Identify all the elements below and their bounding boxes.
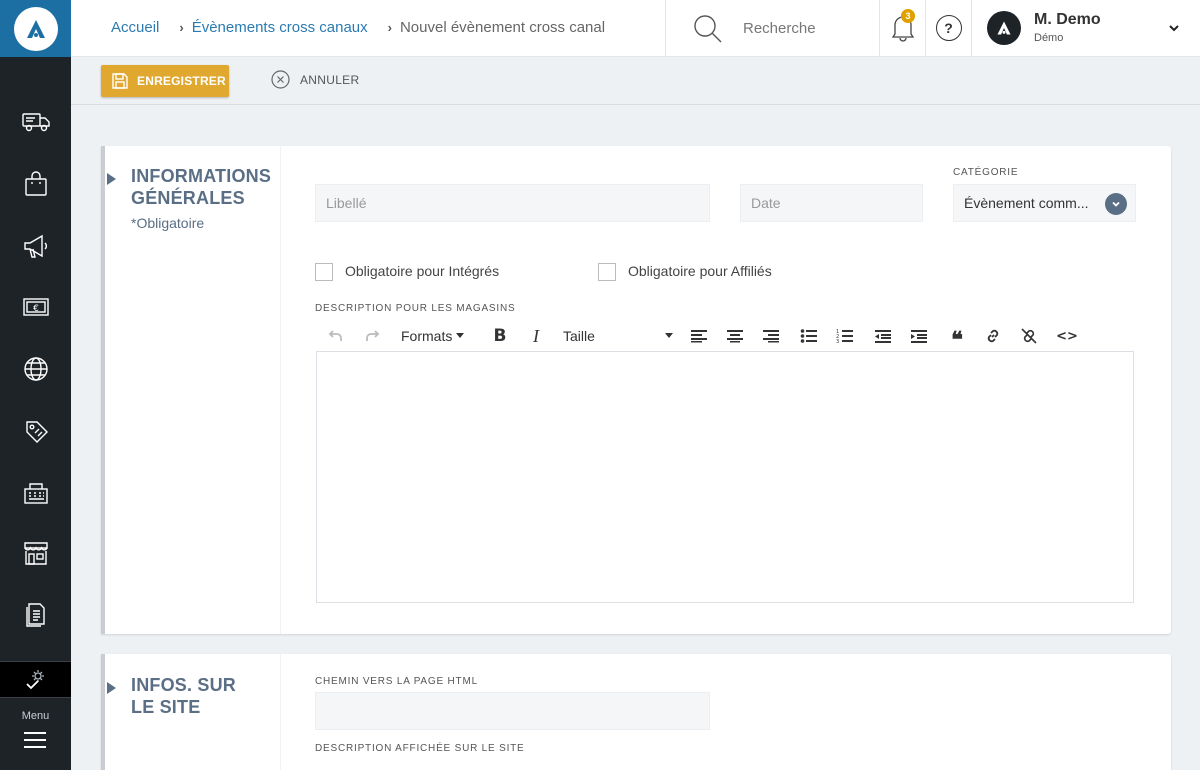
floppy-disk-icon xyxy=(112,73,128,89)
libelle-placeholder: Libellé xyxy=(326,195,367,211)
price-tag-icon[interactable] xyxy=(0,411,71,451)
collapse-caret-icon[interactable] xyxy=(107,173,116,185)
notifications-button[interactable]: 3 xyxy=(879,0,925,56)
top-bar: Accueil › Évènements cross canaux › Nouv… xyxy=(71,0,1200,57)
hamburger-menu-icon[interactable] xyxy=(24,732,46,750)
save-label: ENREGISTRER xyxy=(137,74,226,88)
description-editor[interactable] xyxy=(316,351,1134,603)
bold-button[interactable]: B xyxy=(489,324,511,348)
search-icon xyxy=(694,15,722,43)
breadcrumb-current: Nouvel évènement cross canal xyxy=(399,19,606,36)
breadcrumb-chevron-icon: › xyxy=(387,20,392,35)
unlink-icon[interactable] xyxy=(1017,324,1041,348)
section-title-line1: INFOS. SUR xyxy=(131,675,237,695)
help-icon: ? xyxy=(935,15,962,41)
megaphone-icon[interactable] xyxy=(0,226,71,266)
size-dropdown[interactable]: Taille xyxy=(563,324,673,348)
source-code-button[interactable]: <> xyxy=(1055,324,1079,348)
breadcrumb-home-link[interactable]: Accueil xyxy=(111,19,159,36)
section-title: INFORMATIONS GÉNÉRALES xyxy=(131,165,271,209)
align-right-icon[interactable] xyxy=(759,324,783,348)
section-header: INFOS. SUR LE SITE xyxy=(105,654,281,770)
logo-box[interactable] xyxy=(0,0,71,57)
size-label: Taille xyxy=(563,328,595,344)
caret-down-icon xyxy=(456,333,465,338)
section-title-line2: GÉNÉRALES xyxy=(131,188,245,208)
svg-text:3: 3 xyxy=(836,339,839,344)
store-icon[interactable] xyxy=(0,533,71,573)
chevron-down-icon[interactable] xyxy=(1105,193,1127,215)
menu-label: Menu xyxy=(21,710,50,722)
collapse-caret-icon[interactable] xyxy=(107,682,116,694)
cash-register-icon[interactable] xyxy=(0,473,71,513)
breadcrumb: Accueil › Évènements cross canaux › Nouv… xyxy=(111,19,605,36)
brand-logo-icon xyxy=(13,6,58,51)
save-button[interactable]: ENREGISTRER xyxy=(101,65,229,97)
shopping-bag-icon[interactable] xyxy=(0,164,71,204)
category-value: Évènement comm... xyxy=(964,195,1089,211)
caret-down-icon xyxy=(665,333,673,338)
chevron-down-icon[interactable] xyxy=(1168,22,1180,34)
align-center-icon[interactable] xyxy=(723,324,747,348)
formats-dropdown[interactable]: Formats xyxy=(401,324,473,348)
numbered-list-icon[interactable]: 123 xyxy=(833,324,857,348)
cancel-button[interactable]: ANNULER xyxy=(271,70,359,89)
user-name[interactable]: M. Demo xyxy=(1034,11,1101,29)
libelle-input[interactable]: Libellé xyxy=(315,184,710,222)
breadcrumb-events-link[interactable]: Évènements cross canaux xyxy=(192,19,368,36)
help-button[interactable]: ? xyxy=(925,0,972,56)
cancel-label: ANNULER xyxy=(300,72,360,87)
breadcrumb-chevron-icon: › xyxy=(179,20,184,35)
date-placeholder: Date xyxy=(751,195,781,211)
date-input[interactable]: Date xyxy=(740,184,923,222)
euro-banknote-icon[interactable]: € xyxy=(0,287,71,327)
outdent-icon[interactable] xyxy=(871,324,895,348)
html-path-input[interactable] xyxy=(315,692,710,730)
delivery-truck-icon[interactable] xyxy=(0,102,71,142)
document-icon[interactable] xyxy=(0,594,71,634)
search-placeholder: Recherche xyxy=(743,20,816,37)
cancel-circle-icon xyxy=(271,70,290,89)
action-bar: ENREGISTRER ANNULER xyxy=(71,57,1200,105)
checkbox-affilies[interactable] xyxy=(598,263,616,281)
align-left-icon[interactable] xyxy=(687,324,711,348)
indent-icon[interactable] xyxy=(907,324,931,348)
required-note: *Obligatoire xyxy=(131,215,205,231)
section-title: INFOS. SUR LE SITE xyxy=(131,674,236,718)
italic-button[interactable]: I xyxy=(525,324,547,348)
category-select[interactable]: Évènement comm... xyxy=(953,184,1136,222)
notification-badge: 3 xyxy=(901,9,915,23)
general-info-section: INFORMATIONS GÉNÉRALES *Obligatoire Libe… xyxy=(101,146,1171,634)
bullet-list-icon[interactable] xyxy=(797,324,821,348)
checkbox-integres[interactable] xyxy=(315,263,333,281)
globe-icon[interactable] xyxy=(0,349,71,389)
settings-check-icon[interactable] xyxy=(0,661,71,698)
user-role: Démo xyxy=(1034,32,1064,44)
section-title-line1: INFORMATIONS xyxy=(131,166,272,186)
section-title-line2: LE SITE xyxy=(131,697,201,717)
category-label: CATÉGORIE xyxy=(953,167,1019,178)
checkbox-integres-label[interactable]: Obligatoire pour Intégrés xyxy=(345,263,499,279)
redo-icon[interactable] xyxy=(361,324,383,348)
editor-toolbar: Formats B I Taille 123 ❝ <> xyxy=(315,324,1135,352)
link-icon[interactable] xyxy=(981,324,1005,348)
html-path-label: CHEMIN VERS LA PAGE HTML xyxy=(315,676,478,687)
formats-label: Formats xyxy=(401,328,453,344)
checkbox-affilies-label[interactable]: Obligatoire pour Affiliés xyxy=(628,263,772,279)
section-header: INFORMATIONS GÉNÉRALES *Obligatoire xyxy=(105,146,281,634)
sidebar: € Menu xyxy=(0,0,71,770)
search-box[interactable]: Recherche xyxy=(665,0,879,56)
site-info-section: INFOS. SUR LE SITE CHEMIN VERS LA PAGE H… xyxy=(101,654,1171,770)
site-description-label: DESCRIPTION AFFICHÉE SUR LE SITE xyxy=(315,743,525,754)
blockquote-icon[interactable]: ❝ xyxy=(945,324,969,352)
avatar[interactable] xyxy=(987,11,1021,45)
svg-text:€: € xyxy=(33,304,39,314)
undo-icon[interactable] xyxy=(325,324,347,348)
description-label: DESCRIPTION POUR LES MAGASINS xyxy=(315,303,516,314)
